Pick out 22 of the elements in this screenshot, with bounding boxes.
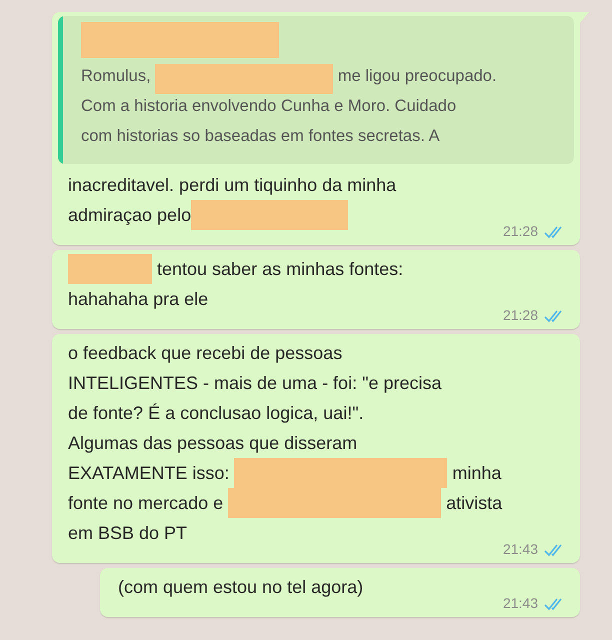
message-text: com historias so baseadas em fontes secretas. A — [81, 126, 440, 147]
message-text: INTELIGENTES - mais de uma - foi: "e precisa — [68, 372, 442, 395]
message-text: admiraçao pelo — [68, 204, 192, 227]
message-time: 21:28 — [502, 222, 538, 241]
message-text: EXATAMENTE isso: — [68, 462, 230, 485]
message-text: inacreditavel. perdi um tiquinho da minha — [68, 174, 396, 197]
message-text: hahahaha pra ele — [68, 288, 208, 311]
message-text: Com a historia envolvendo Cunha e Moro. Cuidado — [81, 96, 456, 117]
message-text: me ligou preocupado. — [336, 66, 497, 87]
message-time: 21:43 — [502, 594, 538, 613]
message-text: fonte no mercado e — [68, 492, 224, 515]
message-text: em BSB do PT — [68, 522, 188, 545]
message-text: o feedback que recebi de pessoas — [68, 342, 342, 365]
message-time: 21:43 — [502, 540, 538, 559]
message-text: tentou saber as minhas fontes: — [156, 258, 404, 281]
message-text: Algumas das pessoas que disseram — [68, 432, 358, 455]
message-text: (com quem estou no tel agora) — [118, 576, 364, 599]
message-text: Romulus, — [81, 66, 152, 87]
message-time: 21:28 — [502, 306, 538, 325]
message-text: de fonte? É a conclusao logica, uai!". — [68, 402, 364, 425]
message-text: minha — [451, 462, 502, 485]
message-text: ativista — [445, 492, 502, 515]
